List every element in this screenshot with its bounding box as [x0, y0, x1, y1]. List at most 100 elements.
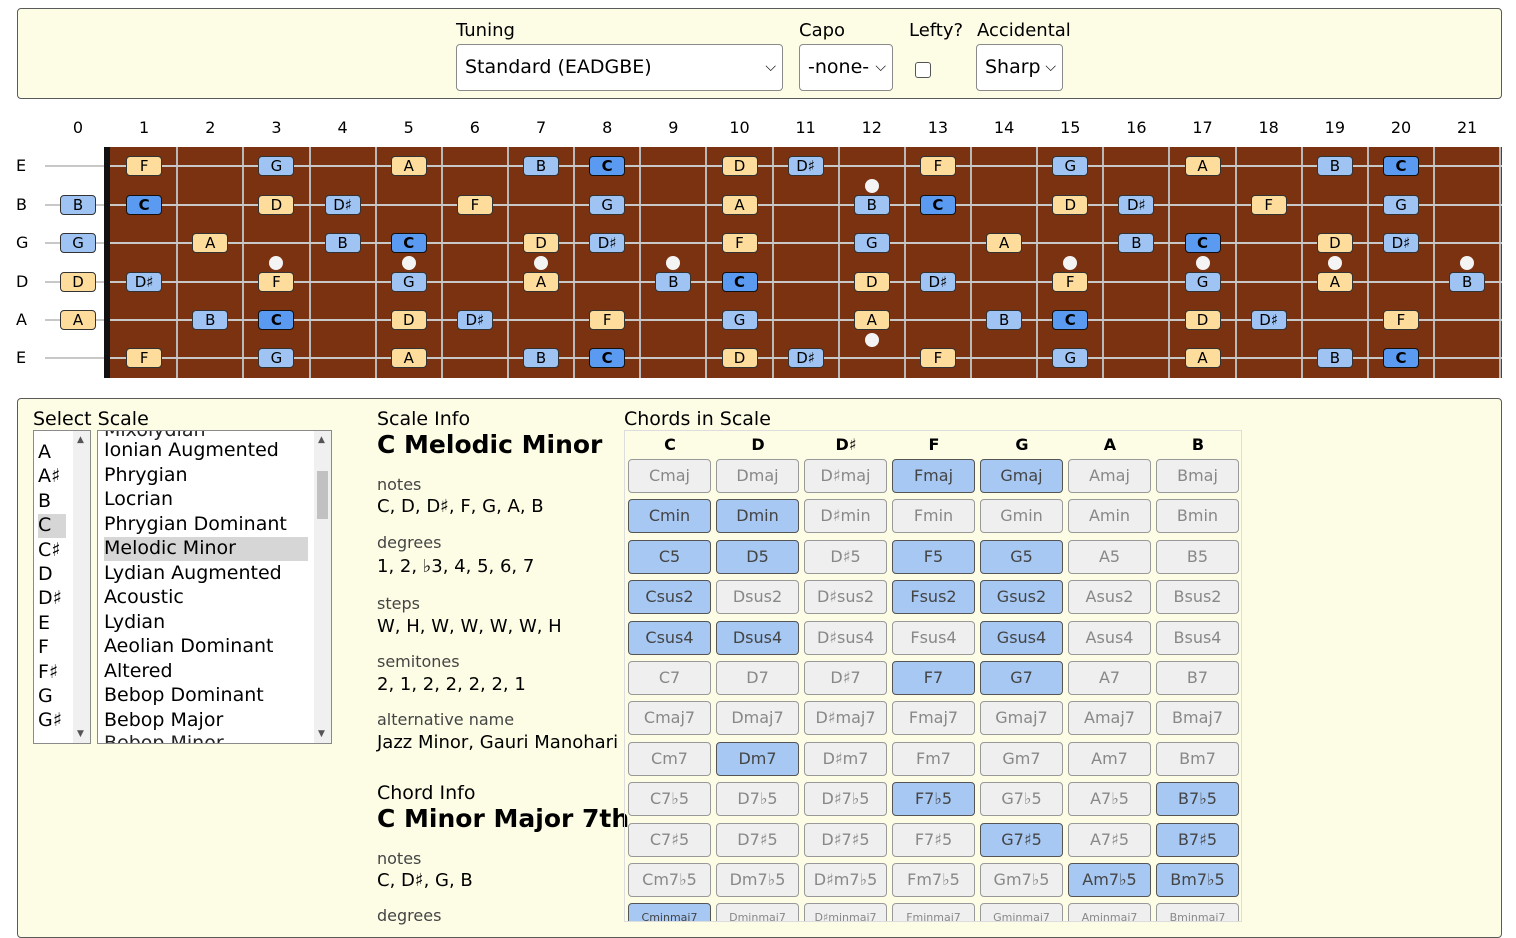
chord-button[interactable]: Csus4 — [628, 620, 711, 655]
capo-select[interactable]: -none- ⌵ — [799, 44, 893, 91]
note-marker[interactable]: F — [456, 195, 493, 215]
scale-list-item[interactable]: Ionian Augmented — [104, 439, 279, 463]
note-marker[interactable]: D — [1184, 310, 1221, 330]
chord-button[interactable]: G7♯5 — [980, 822, 1063, 857]
chord-button[interactable]: Bmin — [1156, 499, 1239, 534]
note-marker[interactable]: G — [589, 195, 626, 215]
note-marker[interactable]: B — [523, 348, 560, 368]
root-list-item[interactable]: E — [38, 612, 50, 636]
root-list-item[interactable]: D♯ — [38, 587, 62, 611]
root-note-marker[interactable]: C — [390, 233, 427, 253]
chord-button[interactable]: Gmin — [980, 499, 1063, 534]
note-marker[interactable]: B — [1449, 272, 1486, 292]
note-marker[interactable]: B — [655, 272, 692, 292]
root-note-marker[interactable]: C — [1383, 348, 1419, 368]
chord-button[interactable]: Am7 — [1068, 741, 1151, 776]
note-marker[interactable]: D♯ — [1250, 310, 1287, 330]
note-marker[interactable]: F — [258, 272, 295, 292]
note-marker[interactable]: F — [126, 156, 163, 176]
chord-button[interactable]: C7♭5 — [628, 782, 711, 817]
chord-button[interactable]: F7♯5 — [892, 822, 975, 857]
scale-list-item[interactable]: Acoustic — [104, 586, 184, 610]
root-note-marker[interactable]: C — [1184, 233, 1221, 253]
note-marker[interactable]: F — [721, 233, 758, 253]
root-list-scrollbar[interactable]: ▲ ▼ — [73, 431, 90, 743]
note-marker[interactable]: D♯ — [919, 272, 956, 292]
chord-button[interactable]: Gsus4 — [980, 620, 1063, 655]
chord-button[interactable]: Bm7♭5 — [1156, 863, 1239, 897]
note-marker[interactable]: A — [1316, 272, 1353, 292]
scale-list-item[interactable]: Lydian Augmented — [104, 562, 282, 586]
root-list-item[interactable]: B — [38, 490, 51, 514]
chord-button[interactable]: F7 — [892, 661, 975, 695]
chord-button[interactable]: B7♭5 — [1156, 782, 1239, 817]
chord-button[interactable]: Dminmaj7 — [716, 903, 799, 921]
note-marker[interactable]: B — [1118, 233, 1155, 253]
note-marker[interactable]: F — [919, 156, 956, 176]
root-list-item[interactable]: G — [38, 685, 53, 709]
scale-list[interactable]: Mixolydian Ionian Augmented Phrygian Locri… — [97, 430, 332, 744]
chord-button[interactable]: Gmaj — [980, 459, 1063, 493]
note-marker[interactable]: D — [523, 233, 560, 253]
chord-button[interactable]: Dm7♭5 — [716, 863, 799, 897]
chord-button[interactable]: A7 — [1068, 661, 1151, 695]
note-marker[interactable]: F — [589, 310, 626, 330]
note-marker[interactable]: F — [1052, 272, 1089, 292]
note-marker[interactable]: D♯ — [787, 348, 824, 368]
root-note-list[interactable]: A A♯ B C C♯ D D♯ E F F♯ G G♯ ▲ ▼ — [33, 430, 91, 744]
note-marker[interactable]: D — [390, 310, 427, 330]
root-note-marker[interactable]: C — [721, 272, 758, 292]
note-marker[interactable]: G — [60, 233, 96, 253]
note-marker[interactable]: G — [390, 272, 427, 292]
chord-button[interactable]: Csus2 — [628, 580, 711, 615]
note-marker[interactable]: A — [523, 272, 560, 292]
chord-button[interactable]: Aminmaj7 — [1068, 903, 1151, 921]
note-marker[interactable]: D♯ — [126, 272, 163, 292]
chord-button[interactable]: Fm7♭5 — [892, 863, 975, 897]
chord-button[interactable]: Dmaj7 — [716, 701, 799, 736]
note-marker[interactable]: D — [258, 195, 295, 215]
chord-button[interactable]: Gm7 — [980, 741, 1063, 776]
root-list-item[interactable]: C♯ — [38, 539, 60, 563]
note-marker[interactable]: A — [390, 156, 427, 176]
scale-list-item[interactable]: Aeolian Dominant — [104, 635, 273, 659]
chord-button[interactable]: D♯7♭5 — [804, 782, 887, 817]
lefty-checkbox[interactable] — [915, 62, 931, 78]
chord-button[interactable]: Fsus4 — [892, 620, 975, 655]
root-note-marker[interactable]: C — [258, 310, 295, 330]
note-marker[interactable]: A — [60, 310, 96, 330]
chord-button[interactable]: Cmaj7 — [628, 701, 711, 736]
chord-button[interactable]: Gsus2 — [980, 580, 1063, 615]
chord-button[interactable]: Fm7 — [892, 741, 975, 776]
note-marker[interactable]: D — [60, 272, 96, 292]
chord-button[interactable]: Fmaj — [892, 459, 975, 493]
chord-button[interactable]: F7♭5 — [892, 782, 975, 817]
tuning-select[interactable]: Standard (EADGBE) ⌵ — [456, 44, 783, 91]
chord-button[interactable]: Fminmaj7 — [892, 903, 975, 921]
chord-button[interactable]: D♯m7♭5 — [804, 863, 887, 897]
chord-button[interactable]: Bmaj — [1156, 459, 1239, 493]
note-marker[interactable]: A — [986, 233, 1023, 253]
note-marker[interactable]: F — [126, 348, 163, 368]
note-marker[interactable]: B — [324, 233, 361, 253]
root-list-item[interactable]: G♯ — [38, 709, 62, 733]
chord-button[interactable]: Dmaj — [716, 459, 799, 493]
note-marker[interactable]: G — [258, 348, 295, 368]
chord-button[interactable]: Bsus2 — [1156, 580, 1239, 615]
note-marker[interactable]: A — [192, 233, 229, 253]
scale-list-item[interactable]: Locrian — [104, 488, 173, 512]
chord-button[interactable]: D♯7 — [804, 661, 887, 695]
note-marker[interactable]: A — [853, 310, 890, 330]
chord-button[interactable]: B7♯5 — [1156, 822, 1239, 857]
scroll-up-icon[interactable]: ▲ — [77, 435, 84, 445]
note-marker[interactable]: A — [721, 195, 758, 215]
chord-button[interactable]: A7♯5 — [1068, 822, 1151, 857]
chord-button[interactable]: Cmin — [628, 499, 711, 534]
chord-button[interactable]: C7♯5 — [628, 822, 711, 857]
chord-button[interactable]: D♯7♯5 — [804, 822, 887, 857]
scale-list-item[interactable]: Altered — [104, 660, 173, 684]
note-marker[interactable]: G — [258, 156, 295, 176]
note-marker[interactable]: G — [1184, 272, 1221, 292]
scale-list-scrollbar[interactable]: ▲ ▼ — [314, 431, 331, 743]
chord-button[interactable]: D♯maj — [804, 459, 887, 493]
